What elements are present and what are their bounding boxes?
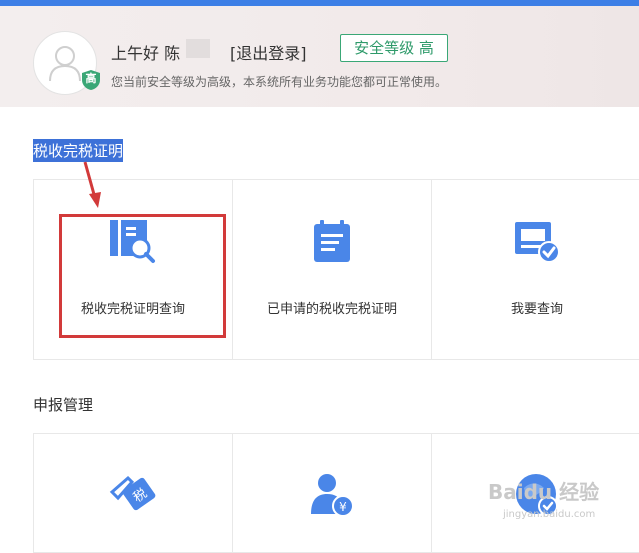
logout-link[interactable]: [退出登录] (230, 40, 307, 64)
tax-tag-icon: 税 (106, 472, 160, 520)
annotation-highlight-box (59, 214, 226, 338)
blurred-name (186, 39, 210, 58)
clipboard-list-icon (310, 218, 354, 268)
security-level-badge[interactable]: 安全等级 高 (340, 34, 448, 62)
annotation-arrow-icon (80, 160, 104, 214)
section-title-declaration: 申报管理 (33, 396, 94, 414)
user-yuan-icon: ¥ (309, 472, 355, 522)
shield-icon: 高 (81, 69, 101, 91)
card-label: 我要查询 (510, 302, 563, 317)
card-my-query[interactable]: 我要查询 (432, 180, 639, 359)
card-label: 已申请的税收完税证明 (266, 302, 397, 317)
security-notice: 您当前安全等级为高级，本系统所有业务功能您都可正常使用。 (111, 75, 448, 89)
monitor-check-icon (513, 218, 561, 268)
card-user-yuan[interactable]: ¥ (233, 434, 432, 552)
svg-text:¥: ¥ (339, 500, 347, 514)
section-title-tax-certificate: 税收完税证明 (33, 139, 124, 162)
watermark-logo: Baidu 经验 (488, 480, 600, 504)
card-applied-certificates[interactable]: 已申请的税收完税证明 (233, 180, 432, 359)
greeting-text: 上午好 陈 (111, 44, 181, 63)
card-tax-tag[interactable]: 税 (34, 434, 233, 552)
shield-level-text: 高 (85, 72, 97, 85)
watermark-url: jingyan.baidu.com (503, 509, 596, 520)
user-silhouette-icon (49, 46, 81, 82)
user-header: 高 上午好 陈 [退出登录] 安全等级 高 您当前安全等级为高级，本系统所有业务… (0, 6, 639, 107)
